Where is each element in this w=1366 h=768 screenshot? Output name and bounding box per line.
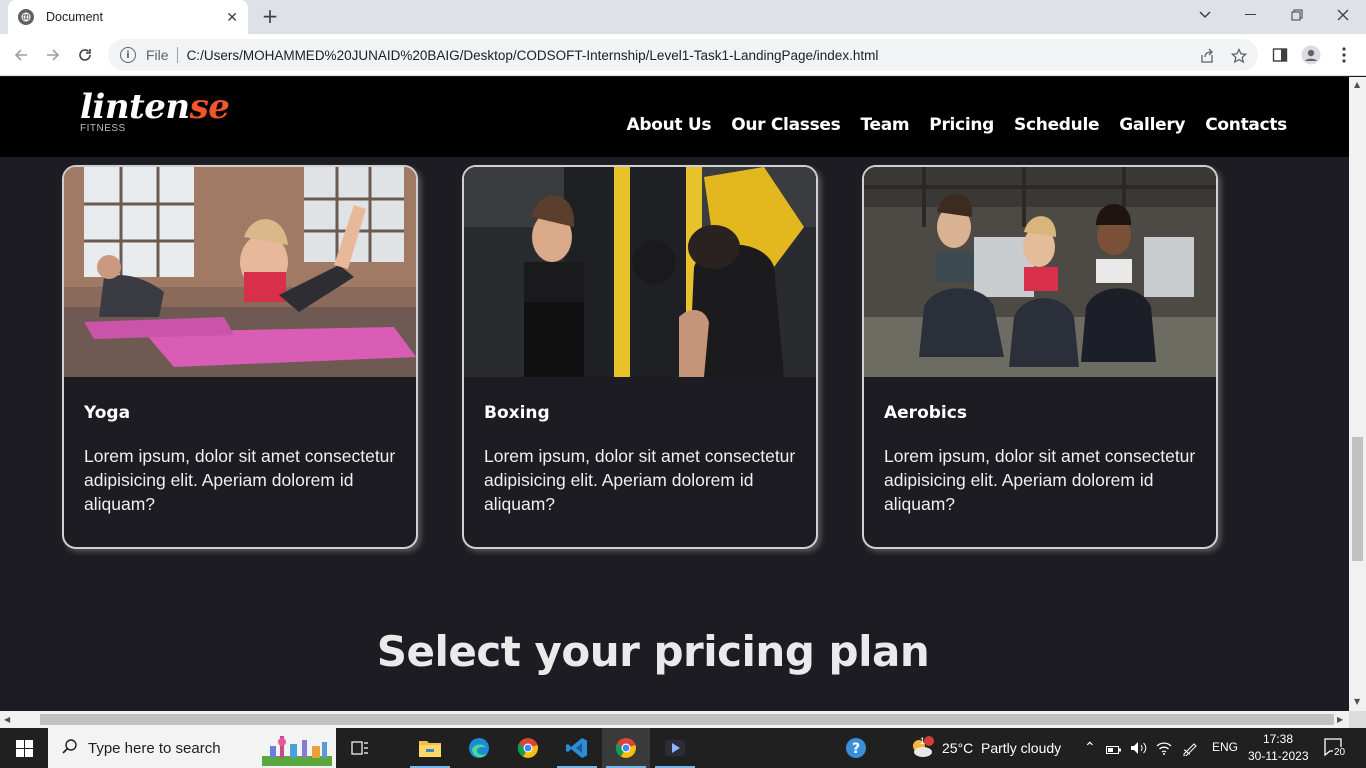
windows-start-icon[interactable] [0,728,48,768]
share-icon[interactable] [1198,47,1216,65]
weather-alert-badge: 1 [920,736,926,746]
browser-tab[interactable]: Document ✕ [8,0,248,34]
new-tab-button[interactable]: + [258,4,282,28]
globe-icon [18,9,34,25]
vscode-icon[interactable] [553,728,601,768]
url-text[interactable]: C:/Users/MOHAMMED%20JUNAID%20BAIG/Deskto… [187,48,879,63]
file-scheme-label: File [146,47,178,63]
nav-schedule[interactable]: Schedule [1014,115,1099,135]
nav-our-classes[interactable]: Our Classes [731,115,841,135]
edge-browser-icon[interactable] [455,728,503,768]
horizontal-scrollbar[interactable]: ◀ ▶ [0,711,1349,728]
windows-taskbar: Type here to search ? 1 25°C Partly clou… [0,728,1366,768]
logo-accent-text: se [189,87,230,127]
card-description: Lorem ipsum, dolor sit amet consectetur … [484,446,796,514]
logo-main-text: linten [80,87,190,127]
chrome-active-window-icon[interactable] [602,728,650,768]
search-icon [62,738,78,758]
pricing-section-heading: Select your pricing plan [376,627,930,676]
bookmark-star-icon[interactable] [1230,47,1248,65]
show-hidden-icons-chevron-icon[interactable]: ⌃ [1084,739,1096,756]
nav-gallery[interactable]: Gallery [1119,115,1185,135]
card-description: Lorem ipsum, dolor sit amet consectetur … [84,446,396,514]
task-view-icon[interactable] [336,728,384,768]
scroll-up-arrow-icon[interactable]: ▲ [1354,80,1360,89]
class-card-aerobics[interactable]: Aerobics Lorem ipsum, dolor sit amet con… [862,165,1218,549]
forward-arrow-icon[interactable] [40,43,66,67]
chrome-icon[interactable] [504,728,552,768]
scroll-left-arrow-icon[interactable]: ◀ [4,715,10,724]
class-card-boxing[interactable]: Boxing Lorem ipsum, dolor sit amet conse… [462,165,818,549]
profile-avatar-icon[interactable] [1301,45,1321,65]
horizontal-scroll-thumb[interactable] [40,714,1334,725]
vertical-scroll-thumb[interactable] [1352,437,1363,561]
address-bar[interactable]: i File C:/Users/MOHAMMED%20JUNAID%20BAIG… [108,39,1258,71]
scroll-right-arrow-icon[interactable]: ▶ [1337,715,1343,724]
main-nav: About Us Our Classes Team Pricing Schedu… [627,115,1288,135]
clock-time[interactable]: 17:38 [1263,732,1293,746]
pen-workspace-icon[interactable] [1182,740,1198,760]
svg-text:?: ? [852,741,860,757]
class-card-yoga[interactable]: Yoga Lorem ipsum, dolor sit amet consect… [62,165,418,549]
vertical-scrollbar[interactable]: ▲ ▼ [1349,77,1366,711]
boxing-class-photo [464,167,816,377]
site-info-icon[interactable]: i [120,47,136,63]
browser-tab-strip: Document ✕ + [0,0,1366,34]
tab-search-chevron-icon[interactable] [1182,0,1228,30]
search-placeholder: Type here to search [88,739,221,757]
aerobics-class-photo [864,167,1216,377]
card-title: Boxing [484,403,550,423]
yoga-class-photo [64,167,416,377]
weather-icon[interactable] [905,728,939,768]
scrollbar-corner [1349,711,1366,728]
input-language[interactable]: ENG [1212,740,1238,754]
reload-icon[interactable] [72,43,98,67]
side-panel-icon[interactable] [1270,45,1290,65]
wifi-icon[interactable] [1156,740,1172,759]
browser-toolbar: i File C:/Users/MOHAMMED%20JUNAID%20BAIG… [0,34,1366,76]
site-header: lintense FITNESS About Us Our Classes Te… [0,77,1349,157]
clock-date[interactable]: 30-11-2023 [1248,749,1309,763]
kebab-menu-icon[interactable] [1334,45,1354,65]
city-skyline-search-highlight-icon [262,732,332,768]
volume-icon[interactable] [1130,740,1148,759]
nav-pricing[interactable]: Pricing [929,115,994,135]
help-icon[interactable]: ? [832,728,880,768]
card-description: Lorem ipsum, dolor sit amet consectetur … [884,446,1196,514]
taskbar-search-box[interactable]: Type here to search [48,728,336,768]
nav-team[interactable]: Team [860,115,909,135]
scroll-down-arrow-icon[interactable]: ▼ [1354,697,1360,706]
minimize-icon[interactable] [1228,0,1274,30]
nav-contacts[interactable]: Contacts [1205,115,1287,135]
site-logo[interactable]: lintense FITNESS [80,87,230,134]
nav-about-us[interactable]: About Us [627,115,712,135]
close-window-icon[interactable] [1320,0,1366,30]
battery-icon[interactable] [1106,741,1122,760]
page-viewport: lintense FITNESS About Us Our Classes Te… [0,77,1349,711]
card-title: Yoga [84,403,131,423]
file-explorer-icon[interactable] [406,728,454,768]
tab-close-icon[interactable]: ✕ [226,9,238,26]
media-player-icon[interactable] [651,728,699,768]
notification-count-badge: 20 [1333,747,1347,758]
weather-temperature[interactable]: 25°C [942,740,973,756]
tab-title: Document [46,10,103,24]
back-arrow-icon[interactable] [8,43,34,67]
weather-description[interactable]: Partly cloudy [981,740,1061,756]
card-title: Aerobics [884,403,967,423]
restore-icon[interactable] [1274,0,1320,30]
